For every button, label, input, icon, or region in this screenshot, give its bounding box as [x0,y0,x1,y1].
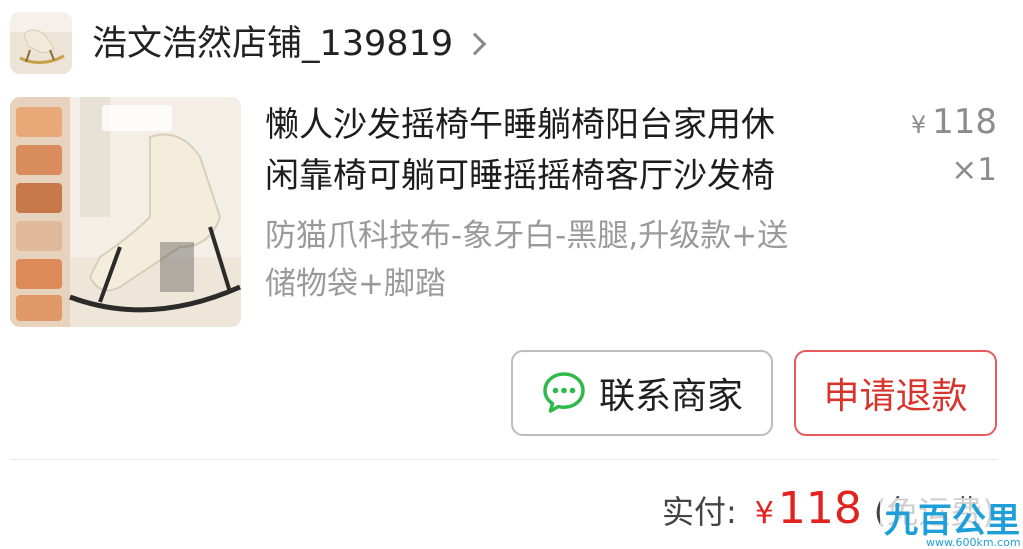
product-image[interactable] [10,97,241,327]
apply-refund-label: 申请退款 [823,376,968,417]
paid-currency: ¥ [754,496,774,531]
product-price: ¥118 [900,98,997,149]
product-title-line-1: 懒人沙发摇椅午睡躺椅阳台家用休 [265,105,775,145]
paid-label: 实付: [662,493,737,531]
rocking-chair-photo [10,97,241,327]
shop-avatar-chair-image [10,12,72,74]
price-currency: ¥ [910,111,927,139]
product-spec-line-2: 储物袋+脚踏 [265,266,446,302]
shop-name-link[interactable]: 浩文浩然店铺_139819 [92,18,487,70]
contact-seller-button[interactable]: 联系商家 [511,350,773,436]
wechat-chat-icon [543,372,585,413]
product-title-line-2: 闲靠椅可躺可睡摇摇椅客厅沙发椅 [265,156,775,196]
apply-refund-button[interactable]: 申请退款 [794,350,997,436]
product-spec-line-1: 防猫爪科技布-象牙白-黑腿,升级款+送 [265,218,789,254]
paid-amount: 118 [777,483,862,534]
product-spec: 防猫爪科技布-象牙白-黑腿,升级款+送 储物袋+脚踏 [265,212,905,308]
divider [10,459,997,460]
product-title[interactable]: 懒人沙发摇椅午睡躺椅阳台家用休 闲靠椅可躺可睡摇摇椅客厅沙发椅 [265,100,865,202]
shop-name: 浩文浩然店铺_139819 [92,24,454,64]
shop-avatar[interactable] [10,12,72,74]
chevron-right-icon [463,32,487,56]
watermark-url: www.600km.com [926,536,1020,549]
contact-seller-label: 联系商家 [598,376,743,417]
product-quantity: ×1 [951,152,997,188]
site-watermark-logo: 九百公里 www.600km.com [880,498,1020,549]
price-value: 118 [932,102,997,142]
watermark-text: 九百公里 [884,501,1020,541]
